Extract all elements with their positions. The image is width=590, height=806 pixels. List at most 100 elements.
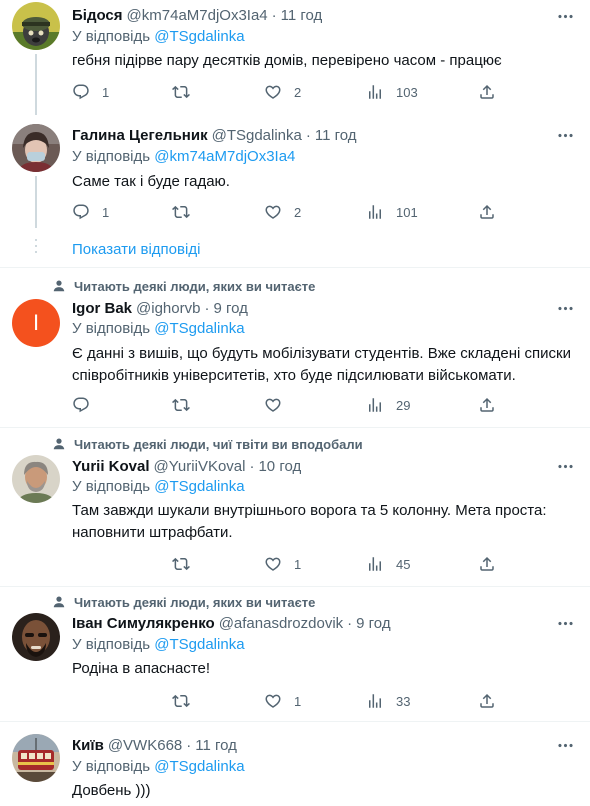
- social-context-text: Читають деякі люди, яких ви читаєте: [74, 278, 316, 294]
- reply-to: У відповідь @TSgdalinka: [72, 758, 245, 775]
- author-name[interactable]: Igor Bak: [72, 300, 132, 317]
- tweet-text: Саме так і буде гадаю.: [72, 173, 230, 190]
- like-icon: [264, 203, 282, 221]
- share-button[interactable]: [478, 202, 496, 222]
- tweet-text: Родіна в апаснасте!: [72, 660, 211, 677]
- share-button[interactable]: [478, 554, 496, 574]
- views-icon: [366, 396, 384, 414]
- retweet-button[interactable]: [172, 202, 202, 222]
- more-options-button[interactable]: [554, 125, 576, 145]
- like-button[interactable]: 1: [264, 691, 301, 711]
- more-icon: [556, 614, 575, 633]
- reply-to-link[interactable]: @TSgdalinka: [154, 758, 244, 775]
- retweet-icon: [172, 555, 190, 573]
- view-count: 103: [396, 84, 418, 100]
- person-icon: [52, 279, 66, 293]
- views-button[interactable]: 101: [366, 202, 418, 222]
- retweet-icon: [172, 692, 190, 710]
- tweet-1[interactable]: Бідося @km74aM7djOx3Ia4 · 11 год У відпо…: [0, 0, 590, 115]
- tweet-header: Yurii Koval @YuriiVKoval · 10 год: [72, 456, 301, 476]
- author-handle[interactable]: @afanasdrozdovik: [219, 615, 343, 632]
- avatar[interactable]: [12, 613, 60, 661]
- tweet-text: Там завжди шукали внутрішнього ворога та…: [72, 502, 547, 541]
- like-button[interactable]: 2: [264, 202, 301, 222]
- avatar[interactable]: [12, 2, 60, 50]
- author-name[interactable]: Галина Цегельник: [72, 127, 208, 144]
- share-icon: [478, 83, 496, 101]
- author-name[interactable]: Бідося: [72, 7, 123, 24]
- author-name[interactable]: Іван Симулякренко: [72, 615, 215, 632]
- views-button[interactable]: 45: [366, 554, 410, 574]
- reply-button[interactable]: 1: [72, 82, 109, 102]
- author-handle[interactable]: @ighorvb: [136, 300, 200, 317]
- tweet-header: Igor Bak @ighorvb · 9 год: [72, 298, 248, 318]
- reply-to-link[interactable]: @TSgdalinka: [154, 636, 244, 653]
- more-options-button[interactable]: [554, 456, 576, 476]
- timestamp[interactable]: 11 год: [281, 7, 323, 24]
- share-button[interactable]: [478, 82, 496, 102]
- timestamp[interactable]: 10 год: [258, 458, 301, 475]
- more-options-button[interactable]: [554, 613, 576, 633]
- retweet-button[interactable]: [172, 82, 202, 102]
- avatar[interactable]: [12, 455, 60, 503]
- share-icon: [478, 555, 496, 573]
- like-count: 1: [294, 693, 302, 709]
- author-handle[interactable]: @YuriiVKoval: [154, 458, 246, 475]
- avatar[interactable]: [12, 734, 60, 782]
- author-handle[interactable]: @km74aM7djOx3Ia4: [127, 7, 268, 24]
- tweet-header: Київ @VWK668 · 11 год: [72, 735, 237, 755]
- avatar[interactable]: [12, 124, 60, 172]
- reply-icon: [72, 203, 90, 221]
- view-count: 33: [396, 693, 411, 709]
- avatar[interactable]: I: [12, 299, 60, 347]
- separator-dot: ·: [305, 126, 311, 144]
- tweet-actions: 1 2 101: [72, 202, 502, 222]
- reply-count: 1: [102, 84, 110, 100]
- tweet-actions: 1 2 103: [72, 82, 502, 102]
- reply-icon: [72, 83, 90, 101]
- timestamp[interactable]: 11 год: [315, 127, 357, 144]
- tweet-6[interactable]: Київ @VWK668 · 11 год У відповідь @TSgda…: [0, 722, 590, 806]
- more-options-button[interactable]: [554, 298, 576, 318]
- social-context: Читають деякі люди, чиї твіти ви вподоба…: [52, 435, 363, 453]
- reply-button[interactable]: [72, 395, 102, 415]
- tweet-3[interactable]: Читають деякі люди, яких ви читаєте I Ig…: [0, 268, 590, 426]
- reply-prefix: У відповідь: [72, 478, 151, 495]
- like-button[interactable]: 1: [264, 554, 301, 574]
- share-icon: [478, 203, 496, 221]
- retweet-button[interactable]: [172, 554, 202, 574]
- reply-to-link[interactable]: @TSgdalinka: [154, 478, 244, 495]
- author-name[interactable]: Yurii Koval: [72, 458, 150, 475]
- retweet-button[interactable]: [172, 691, 202, 711]
- retweet-button[interactable]: [172, 395, 202, 415]
- retweet-icon: [172, 396, 190, 414]
- tweet-header: Бідося @km74aM7djOx3Ia4 · 11 год: [72, 5, 322, 25]
- reply-to-link[interactable]: @TSgdalinka: [154, 320, 244, 337]
- tweet-5[interactable]: Читають деякі люди, яких ви читаєте Іван…: [0, 587, 590, 721]
- reply-to-link[interactable]: @TSgdalinka: [154, 28, 244, 45]
- tweet-4[interactable]: Читають деякі люди, чиї твіти ви вподоба…: [0, 428, 590, 586]
- thread-line: [35, 54, 37, 115]
- timestamp[interactable]: 11 год: [195, 737, 237, 754]
- timestamp[interactable]: 9 год: [213, 300, 247, 317]
- author-handle[interactable]: @VWK668: [108, 737, 182, 754]
- tweet-2[interactable]: Галина Цегельник @TSgdalinka · 11 год У …: [0, 115, 590, 268]
- like-button[interactable]: 2: [264, 82, 301, 102]
- reply-to: У відповідь @TSgdalinka: [72, 636, 245, 653]
- show-replies-link[interactable]: Показати відповіді: [72, 241, 200, 258]
- views-button[interactable]: 103: [366, 82, 418, 102]
- like-icon: [264, 83, 282, 101]
- more-options-button[interactable]: [554, 735, 576, 755]
- author-handle[interactable]: @TSgdalinka: [212, 127, 302, 144]
- author-name[interactable]: Київ: [72, 737, 104, 754]
- views-button[interactable]: 29: [366, 395, 410, 415]
- reply-button[interactable]: 1: [72, 202, 109, 222]
- views-button[interactable]: 33: [366, 691, 410, 711]
- more-options-button[interactable]: [554, 6, 576, 26]
- share-button[interactable]: [478, 395, 496, 415]
- reply-to-link[interactable]: @km74aM7djOx3Ia4: [154, 148, 295, 165]
- timestamp[interactable]: 9 год: [356, 615, 390, 632]
- share-button[interactable]: [478, 691, 496, 711]
- like-button[interactable]: [264, 395, 294, 415]
- views-icon: [366, 555, 384, 573]
